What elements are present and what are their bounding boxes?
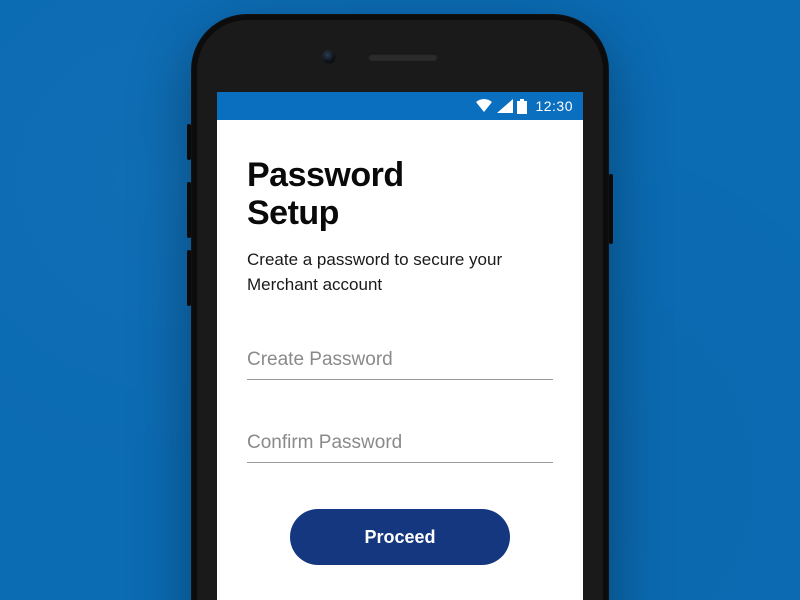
volume-down-button xyxy=(187,250,191,306)
mute-switch xyxy=(187,124,191,160)
volume-up-button xyxy=(187,182,191,238)
front-camera xyxy=(322,50,336,64)
phone-bezel: 12:30 Password Setup Create a password t… xyxy=(197,20,603,600)
create-password-field xyxy=(247,343,553,380)
title-line-2: Setup xyxy=(247,194,339,232)
battery-icon xyxy=(517,99,527,114)
confirm-password-field xyxy=(247,426,553,463)
earpiece-speaker xyxy=(368,53,438,61)
status-bar: 12:30 xyxy=(217,92,583,120)
screen: 12:30 Password Setup Create a password t… xyxy=(217,92,583,600)
title-line-1: Password xyxy=(247,156,404,194)
wifi-icon xyxy=(475,99,493,113)
content-area: Password Setup Create a password to secu… xyxy=(217,120,583,565)
cell-signal-icon xyxy=(497,99,513,113)
status-time: 12:30 xyxy=(535,98,573,114)
phone-frame: 12:30 Password Setup Create a password t… xyxy=(191,14,609,600)
proceed-button[interactable]: Proceed xyxy=(290,509,510,565)
page-title: Password Setup xyxy=(247,156,553,232)
create-password-input[interactable] xyxy=(247,343,553,380)
page-subtitle: Create a password to secure your Merchan… xyxy=(247,248,507,297)
power-button xyxy=(609,174,613,244)
confirm-password-input[interactable] xyxy=(247,426,553,463)
